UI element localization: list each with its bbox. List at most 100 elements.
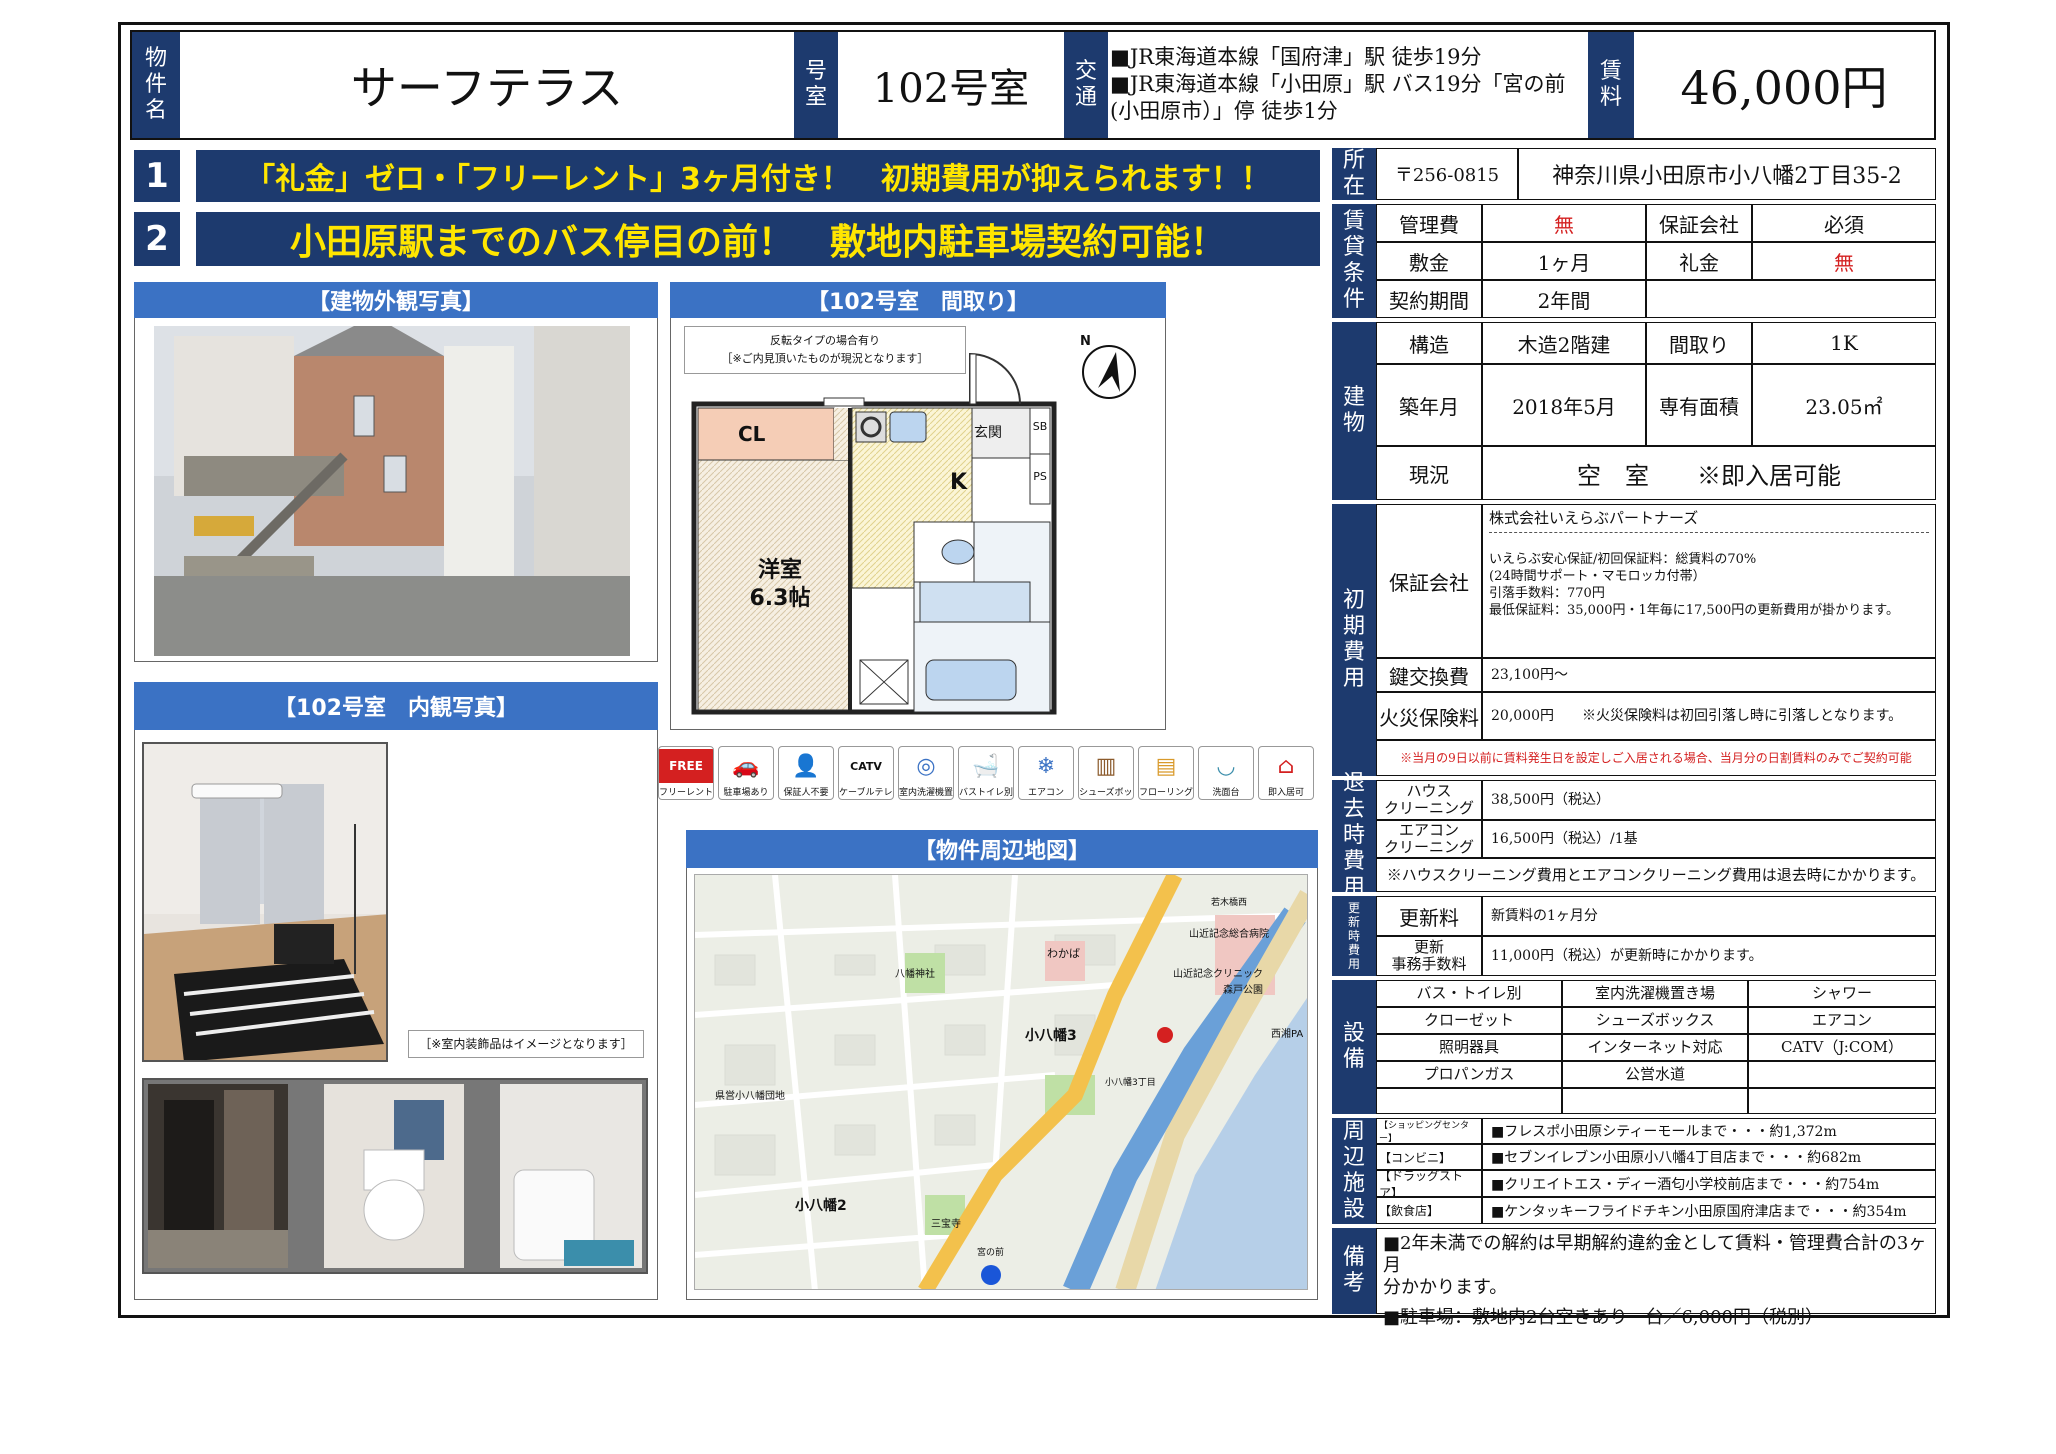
- ac-cleaning-value: 16,500円（税込）/1基: [1482, 820, 1936, 858]
- free-rent-icon: FREE フリーレント: [658, 746, 714, 800]
- floorplan-room-size: 6.3帖: [749, 586, 811, 611]
- deposit-value: 1ヶ月: [1482, 242, 1646, 280]
- status-label: 現況: [1376, 446, 1482, 500]
- status-value: 空 室 ※即入居可能: [1482, 446, 1936, 500]
- house-cleaning-label: ハウス クリーニング: [1376, 780, 1482, 820]
- map-label: 小八幡2: [795, 1198, 847, 1214]
- structure-label: 構造: [1376, 322, 1482, 364]
- remarks-text: ■2年未満での解約は早期解約違約金として賃料・管理費合計の3ヶ月 分かかります。…: [1376, 1228, 1936, 1328]
- building-label: 建物: [1332, 322, 1376, 500]
- floorplan-cl: CL: [738, 422, 766, 446]
- guarantor-company-value: 必須: [1752, 204, 1936, 242]
- equipment-label: 設備: [1332, 980, 1376, 1114]
- interior-photo-room: [142, 742, 388, 1062]
- guarantee-line: いえらぶ安心保証/初回保証料：総賃料の70%: [1489, 552, 1757, 567]
- equipment-item: シャワー: [1748, 980, 1936, 1007]
- banner-1: 「礼金」ゼロ・「フリーレント」3ヶ月付き！ 初期費用が抑えられます！！: [196, 150, 1320, 202]
- area-label: 専有面積: [1646, 364, 1752, 446]
- property-name: サーフテラス: [350, 61, 624, 115]
- address: 神奈川県小田原市小八幡2丁目35-2: [1518, 148, 1936, 200]
- room-number: 102号室: [872, 66, 1030, 112]
- moveout-note: ※ハウスクリーニング費用とエアコンクリーニング費用は退去時にかかります。: [1376, 858, 1936, 892]
- key-money-value: 無: [1752, 242, 1936, 280]
- guarantee-line: (24時間サポート・マモロッカ付帯）: [1489, 569, 1706, 584]
- room-label: 号室: [794, 32, 838, 138]
- exterior-heading: 【建物外観写真】: [134, 282, 658, 318]
- map-label: 八幡神社: [895, 969, 935, 980]
- rent-label: 賃料: [1588, 32, 1634, 138]
- washbasin-icon: ◡ 洗面台: [1198, 746, 1254, 800]
- interior-photo-strip: [142, 1078, 648, 1274]
- nearby-category: 【ドラッグストア】: [1376, 1169, 1482, 1200]
- house-cleaning-value: 38,500円（税込）: [1482, 780, 1936, 820]
- guarantee-line: 引落手数料：770円: [1489, 586, 1605, 601]
- remarks-line: ■駐車場：敷地内2台空きあり 台／6,000円（税別）: [1383, 1307, 1823, 1328]
- layout-value: 1K: [1752, 322, 1936, 364]
- equipment-item: [1748, 1088, 1936, 1114]
- map-label: 宮の前: [977, 1248, 1005, 1258]
- access-label: 交通: [1064, 32, 1108, 138]
- floorplan-heading: 【102号室 間取り】: [670, 282, 1166, 318]
- map-label: 県営小八幡団地: [715, 1091, 785, 1102]
- north-label: N: [1080, 334, 1091, 349]
- map-heading: 【物件周辺地図】: [686, 830, 1318, 868]
- management-fee-value: 無: [1482, 204, 1646, 242]
- equipment-item: クローゼット: [1376, 1007, 1562, 1034]
- equipment-item: 室内洗濯機置き場: [1562, 980, 1748, 1007]
- contract-term-label: 契約期間: [1376, 280, 1482, 318]
- guarantee-details: 株式会社いえらぶパートナーズ いえらぶ安心保証/初回保証料：総賃料の70% (2…: [1482, 504, 1936, 658]
- catv-icon: CATVケーブルテレビ: [838, 746, 894, 800]
- fire-insurance-label: 火災保険料: [1376, 692, 1482, 740]
- lease-empty-cell: [1646, 280, 1936, 318]
- access-line: (小田原市）」停 徒歩1分: [1110, 99, 1338, 123]
- equipment-item: [1562, 1088, 1748, 1114]
- deposit-label: 敷金: [1376, 242, 1482, 280]
- guarantee-line: 最低保証料：35,000円・1年毎に17,500円の更新費用が掛かります。: [1489, 603, 1899, 618]
- banner-number-1: 1: [134, 150, 180, 202]
- access-line: ■JR東海道本線「小田原」駅 バス19分「宮の前: [1110, 72, 1566, 96]
- renewal-admin-label: 更新 事務手数料: [1376, 936, 1482, 976]
- amenity-icons: FREEフリーレント 🚗駐車場あり 👤保証人不要 CATVケーブルテレビ ◎室内…: [658, 746, 1320, 804]
- map-label: 山近記念クリニック: [1173, 969, 1263, 980]
- banner-2: 小田原駅までのバス停目の前！ 敷地内駐車場契約可能！: [196, 212, 1320, 266]
- map-label: 西湘PA: [1271, 1029, 1304, 1040]
- map-label: 小八幡3丁目: [1105, 1078, 1156, 1088]
- parking-icon: 🚗 駐車場あり: [718, 746, 774, 800]
- floorplan-sb: SB: [1032, 420, 1048, 433]
- equipment-item: インターネット対応: [1562, 1034, 1748, 1061]
- renewal-fee-value: 新賃料の1ヶ月分: [1482, 896, 1936, 936]
- area-map[interactable]: 小八幡3 小八幡2 八幡神社 わかば 山近記念総合病院 山近記念クリニック 森戸…: [694, 874, 1308, 1290]
- map-label: 山近記念総合病院: [1189, 929, 1269, 940]
- map-label: 森戸公園: [1223, 985, 1263, 996]
- access-info: ■JR東海道本線「国府津」駅 徒歩19分 ■JR東海道本線「小田原」駅 バス19…: [1110, 44, 1586, 134]
- floorplan-ps: PS: [1033, 470, 1047, 483]
- guarantor-company-label: 保証会社: [1646, 204, 1752, 242]
- ac-cleaning-label: エアコン クリーニング: [1376, 820, 1482, 858]
- fire-insurance-value: 20,000円 ※火災保険料は初回引落し時に引落しとなります。: [1482, 692, 1936, 740]
- aircon-icon: ❄ エアコン: [1018, 746, 1074, 800]
- nearby-facility: ■ケンタッキーフライドチキン小田原国府津店まで・・・約354m: [1482, 1197, 1936, 1224]
- floorplan-entrance: 玄関: [974, 425, 1002, 441]
- bath-toilet-icon: 🛁 バストイレ別: [958, 746, 1014, 800]
- renewal-costs-label: 更新時費用: [1332, 896, 1376, 976]
- equipment-item: [1376, 1088, 1562, 1114]
- nearby-label: 周辺施設: [1332, 1118, 1376, 1224]
- initial-cost-note: ※当月の9日以前に賃料発生日を設定しご入居される場合、当月分の日割賃料のみでご契…: [1376, 740, 1936, 776]
- initial-costs-label: 初期費用: [1332, 504, 1376, 776]
- remarks-line: ■2年未満での解約は早期解約違約金として賃料・管理費合計の3ヶ月: [1383, 1233, 1927, 1276]
- postal-code: 〒256-0815: [1376, 148, 1518, 200]
- map-label: 小八幡3: [1025, 1028, 1077, 1044]
- access-line: ■JR東海道本線「国府津」駅 徒歩19分: [1110, 45, 1482, 69]
- key-exchange-value: 23,100円～: [1482, 658, 1936, 692]
- nearby-facility: ■クリエイトエス・ディー酒匂小学校前店まで・・・約754m: [1482, 1170, 1936, 1197]
- equipment-item: 公営水道: [1562, 1061, 1748, 1088]
- key-money-label: 礼金: [1646, 242, 1752, 280]
- washer-space-icon: ◎室内洗濯機置き場: [898, 746, 954, 800]
- contract-term-value: 2年間: [1482, 280, 1646, 318]
- nearby-category: 【飲食店】: [1376, 1197, 1482, 1224]
- exterior-photo: [154, 326, 630, 656]
- guarantee-company: 株式会社いえらぶパートナーズ: [1489, 507, 1929, 533]
- interior-heading: 【102号室 内観写真】: [134, 682, 658, 730]
- move-in-icon: ⌂ 即入居可: [1258, 746, 1314, 800]
- remarks-line: 分かかります。: [1383, 1277, 1508, 1298]
